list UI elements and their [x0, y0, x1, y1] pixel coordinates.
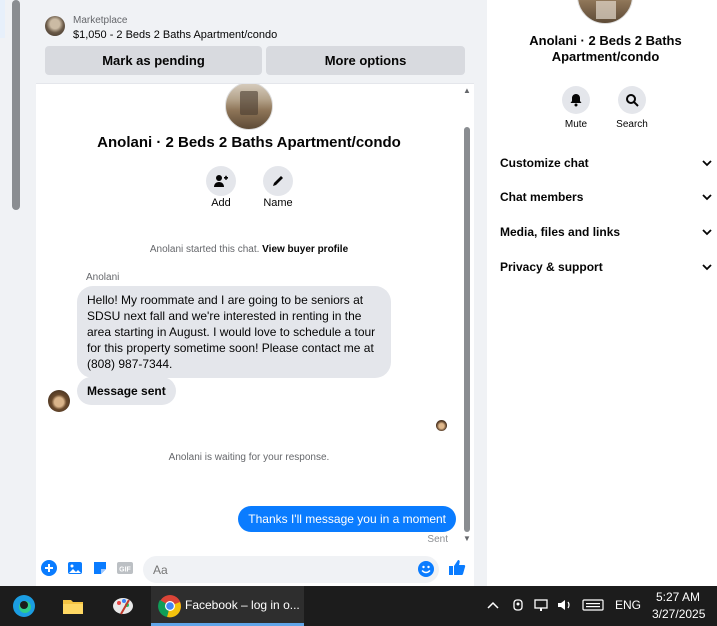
marketplace-label: Marketplace	[73, 15, 128, 26]
chevron-down-icon	[702, 264, 712, 271]
clock-time[interactable]: 5:27 AM	[656, 590, 700, 604]
chevron-down-icon	[702, 194, 712, 201]
add-person-button[interactable]	[206, 166, 236, 196]
incoming-message[interactable]: Hello! My roommate and I are going to be…	[77, 286, 391, 378]
thread-title: Anolani · 2 Beds 2 Baths Apartment/condo	[97, 134, 401, 151]
left-strip	[0, 0, 36, 586]
plus-icon[interactable]	[40, 559, 58, 577]
chevron-down-icon	[702, 229, 712, 236]
waiting-notice: Anolani is waiting for your response.	[168, 452, 330, 463]
chevron-up-icon[interactable]	[486, 598, 500, 615]
search-label: Search	[616, 119, 648, 130]
clock-date[interactable]: 3/27/2025	[652, 607, 705, 621]
marketplace-header: Marketplace $1,050 - 2 Beds 2 Baths Apar…	[36, 0, 474, 84]
mute-label: Mute	[564, 119, 588, 130]
privacy-support-row[interactable]: Privacy & support	[500, 257, 712, 277]
chrome-window-title: Facebook – log in o...	[185, 598, 300, 612]
row-label: Media, files and links	[500, 225, 621, 239]
mute-button[interactable]	[562, 86, 590, 114]
search-icon	[626, 94, 639, 107]
outgoing-message[interactable]: Thanks I'll message you in a moment	[238, 506, 456, 532]
network-icon[interactable]	[534, 598, 550, 615]
add-person-icon	[214, 175, 228, 187]
chat-members-row[interactable]: Chat members	[500, 187, 712, 207]
name-label: Name	[263, 197, 293, 209]
scroll-down-arrow-icon[interactable]: ▼	[463, 534, 471, 543]
chat-info-panel: Anolani · 2 Beds 2 Baths Apartment/condo…	[487, 0, 717, 586]
svg-text:GIF: GIF	[119, 567, 131, 574]
info-title: Anolani · 2 Beds 2 Baths Apartment/condo	[529, 33, 682, 64]
chevron-down-icon	[702, 160, 712, 167]
incoming-message[interactable]: Message sent	[77, 377, 176, 405]
gif-icon[interactable]: GIF	[116, 559, 134, 577]
pencil-icon	[273, 176, 283, 186]
keyboard-icon[interactable]	[582, 598, 604, 615]
row-label: Customize chat	[500, 156, 589, 170]
media-files-links-row[interactable]: Media, files and links	[500, 222, 712, 242]
row-label: Chat members	[500, 190, 584, 204]
sticker-icon[interactable]	[91, 559, 109, 577]
sent-status: Sent	[427, 534, 448, 545]
message-input[interactable]	[143, 556, 439, 583]
meet-icon[interactable]	[511, 598, 525, 615]
seen-indicator-avatar	[436, 420, 447, 431]
started-text: Anolani started this chat.	[149, 244, 260, 255]
scroll-up-arrow-icon[interactable]: ▲	[463, 86, 471, 95]
listing-thumbnail[interactable]	[45, 16, 65, 36]
bell-icon	[570, 94, 582, 107]
sender-name: Anolani	[86, 272, 120, 283]
chat-started-notice: Anolani started this chat. View buyer pr…	[36, 244, 462, 255]
left-scrollbar[interactable]	[12, 0, 20, 210]
chrome-icon	[158, 594, 182, 618]
add-label: Add	[211, 197, 231, 209]
like-icon[interactable]	[448, 558, 466, 576]
info-avatar[interactable]	[577, 0, 633, 24]
more-options-button[interactable]: More options	[266, 46, 465, 75]
customize-chat-row[interactable]: Customize chat	[500, 153, 712, 173]
search-button[interactable]	[618, 86, 646, 114]
chat-panel: Marketplace $1,050 - 2 Beds 2 Baths Apar…	[36, 0, 474, 586]
emoji-icon[interactable]	[417, 560, 435, 578]
edge-icon[interactable]	[12, 594, 36, 618]
file-explorer-icon[interactable]	[61, 594, 85, 618]
view-buyer-profile-link[interactable]: View buyer profile	[262, 244, 348, 255]
composer-bar: GIF	[36, 551, 474, 586]
paint-app-icon[interactable]	[111, 594, 135, 618]
thread-avatar[interactable]	[225, 84, 273, 130]
photo-icon[interactable]	[66, 559, 84, 577]
message-thread[interactable]: Anolani · 2 Beds 2 Baths Apartment/condo…	[36, 84, 474, 551]
sender-avatar[interactable]	[48, 390, 70, 412]
mark-as-pending-button[interactable]: Mark as pending	[45, 46, 262, 75]
message-input-field[interactable]	[143, 556, 403, 583]
row-label: Privacy & support	[500, 260, 603, 274]
edit-name-button[interactable]	[263, 166, 293, 196]
volume-icon[interactable]	[557, 598, 573, 615]
thread-scrollbar[interactable]	[464, 127, 470, 532]
windows-taskbar: Facebook – log in o... ENG 5:27 AM 3/27/…	[0, 586, 717, 626]
language-indicator[interactable]: ENG	[615, 598, 641, 612]
listing-price-title[interactable]: $1,050 - 2 Beds 2 Baths Apartment/condo	[73, 29, 277, 41]
left-accent	[0, 0, 5, 38]
